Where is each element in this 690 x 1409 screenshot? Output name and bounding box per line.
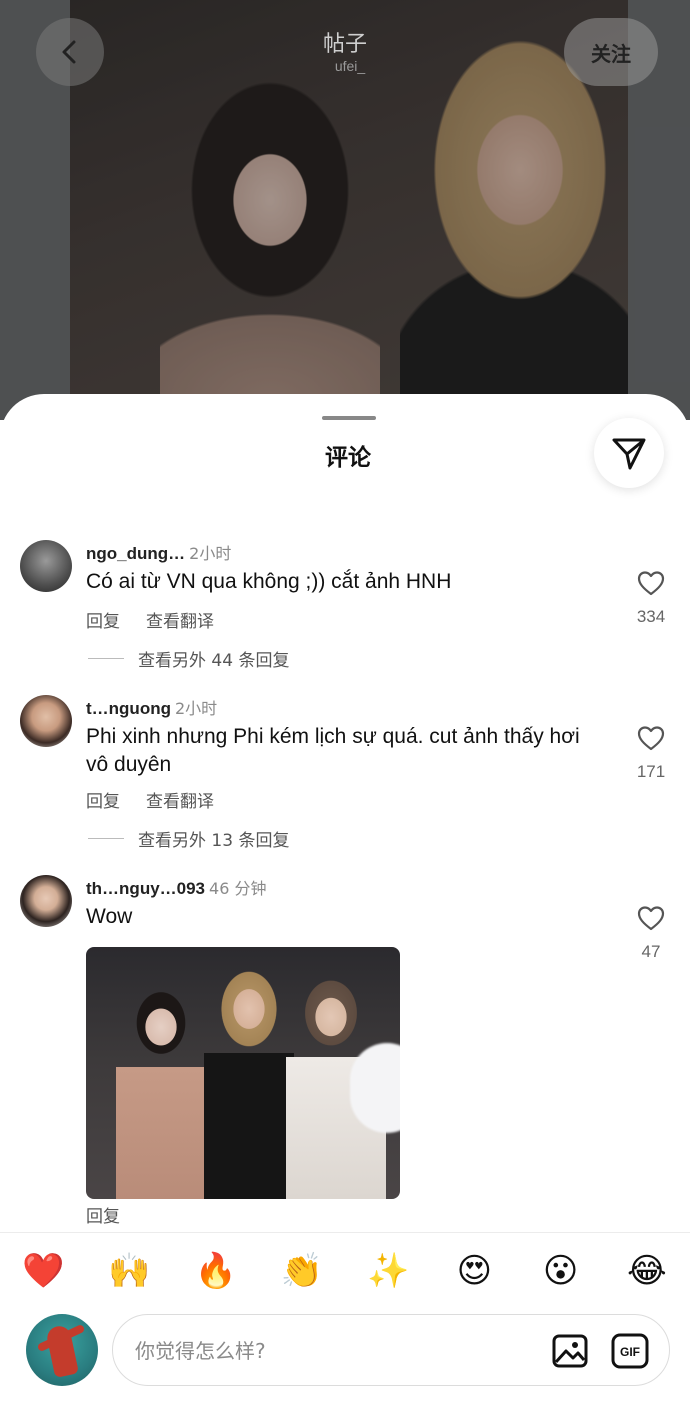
emoji-quick-row: ❤️ 🙌 🔥 👏 ✨ 😍 😮 😂 (0, 1232, 690, 1309)
current-user-avatar[interactable] (26, 1314, 98, 1386)
comments-title: 评论 (325, 445, 371, 471)
comment-header: th…nguy…093 46 分钟 (86, 875, 266, 899)
share-button[interactable] (594, 418, 664, 488)
comment-username[interactable]: ngo_dung… (86, 544, 185, 563)
view-more-replies[interactable]: 查看另外 13 条回复 (88, 826, 289, 851)
reply-button[interactable]: 回复 (86, 1207, 120, 1227)
send-icon (612, 438, 646, 470)
comment-attached-photo[interactable] (86, 947, 400, 1199)
heart-icon (637, 906, 665, 931)
heart-icon (637, 726, 665, 751)
emoji-laughing[interactable]: 😂 (617, 1251, 677, 1291)
comment-text: Phi xinh nhưng Phi kém lịch sự quá. cut … (86, 725, 580, 776)
translate-button[interactable]: 查看翻译 (146, 792, 214, 812)
image-icon[interactable] (551, 1332, 589, 1370)
comment-actions: 回复 查看翻译 (86, 607, 240, 632)
comment-composer: GIF (112, 1314, 670, 1386)
comment-time: 46 分钟 (209, 879, 267, 898)
like-count: 47 (641, 942, 661, 961)
post-subtitle: ufei_ (334, 58, 366, 74)
like-button[interactable]: 171 (626, 725, 676, 782)
gif-icon[interactable]: GIF (611, 1332, 649, 1370)
avatar[interactable] (20, 875, 72, 927)
comment-header: ngo_dung… 2小时 (86, 540, 231, 564)
sheet-grab-handle[interactable] (322, 416, 376, 420)
comment-text: Có ai từ VN qua không ;)) cắt ảnh HNH (86, 570, 452, 593)
comment-actions: 回复 (86, 1202, 146, 1227)
emoji-fire[interactable]: 🔥 (186, 1251, 246, 1291)
like-button[interactable]: 334 (626, 570, 676, 627)
emoji-clap[interactable]: 👏 (272, 1251, 332, 1291)
like-count: 334 (636, 607, 666, 626)
photo-blur-patch (350, 1043, 400, 1133)
emoji-raised-hands[interactable]: 🙌 (99, 1251, 159, 1291)
post-title: 帖子 (322, 32, 367, 57)
heart-icon (637, 571, 665, 596)
reply-button[interactable]: 回复 (86, 792, 120, 812)
comment-text: Wow (86, 905, 133, 928)
emoji-surprised[interactable]: 😮 (531, 1251, 591, 1291)
avatar[interactable] (20, 695, 72, 747)
photo-person (116, 987, 206, 1199)
emoji-heart[interactable]: ❤️ (13, 1251, 73, 1291)
emoji-heart-eyes[interactable]: 😍 (444, 1251, 504, 1291)
view-more-replies-label: 查看另外 13 条回复 (138, 831, 290, 851)
comment-username[interactable]: t…nguong (86, 699, 171, 718)
like-button[interactable]: 47 (626, 905, 676, 962)
view-more-replies[interactable]: 查看另外 44 条回复 (88, 646, 289, 671)
divider (88, 838, 124, 839)
comment-time: 2小时 (189, 544, 232, 563)
comment-header: t…nguong 2小时 (86, 695, 217, 719)
back-chevron-icon (62, 40, 76, 64)
like-count: 171 (636, 762, 666, 781)
translate-button[interactable]: 查看翻译 (146, 612, 214, 632)
avatar[interactable] (20, 540, 72, 592)
photo-person (204, 967, 294, 1199)
emoji-sparkles[interactable]: ✨ (358, 1251, 418, 1291)
back-button[interactable] (36, 18, 104, 86)
comment-username[interactable]: th…nguy…093 (86, 879, 205, 898)
follow-button[interactable]: 关注 (564, 18, 658, 86)
comment-time: 2小时 (174, 699, 218, 718)
comment-input[interactable] (133, 1333, 517, 1369)
comment-actions: 回复 查看翻译 (86, 787, 240, 812)
post-background: 帖子 ufei_ 关注 (0, 0, 690, 420)
divider (88, 658, 124, 659)
reply-button[interactable]: 回复 (86, 612, 120, 632)
view-more-replies-label: 查看另外 44 条回复 (138, 651, 290, 671)
gif-label: GIF (620, 1345, 640, 1359)
